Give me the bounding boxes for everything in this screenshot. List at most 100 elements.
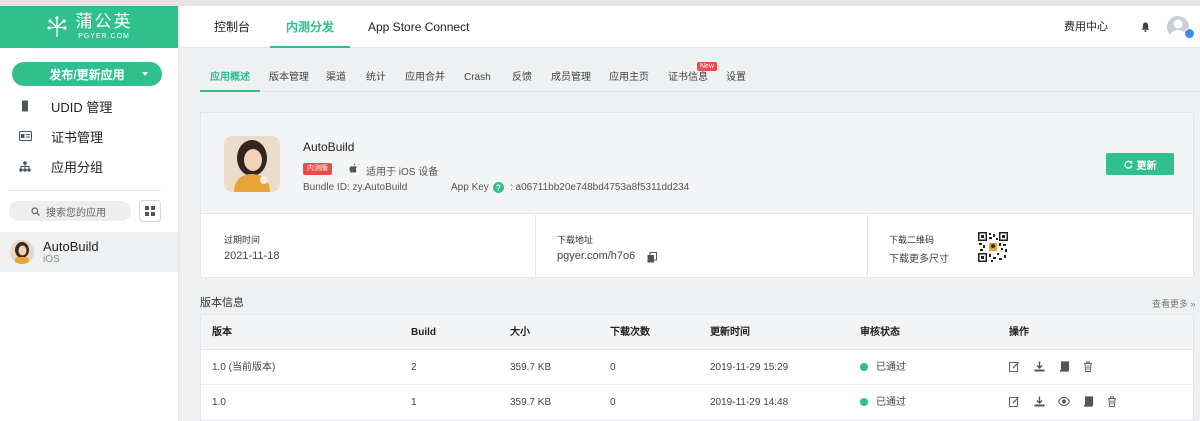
cell-updated: 2019-11-29 15:29 bbox=[710, 362, 789, 373]
top-navigation: 控制台 内测分发 App Store Connect 费用中心 bbox=[180, 6, 1200, 48]
grid-icon bbox=[145, 206, 155, 216]
cell-status: 已通过 bbox=[876, 362, 906, 373]
tab-version-management[interactable]: 版本管理 bbox=[269, 62, 309, 92]
col-version: 版本 bbox=[212, 327, 232, 338]
tab-settings[interactable]: 设置 bbox=[726, 62, 746, 92]
tab-statistics[interactable]: 统计 bbox=[366, 62, 386, 92]
qrcode-info: 下载二维码 下载更多尺寸 bbox=[868, 215, 1193, 278]
bell-icon[interactable] bbox=[1141, 22, 1150, 32]
tab-feedback[interactable]: 反馈 bbox=[512, 62, 532, 92]
expire-value: 2021-11-18 bbox=[224, 250, 280, 262]
help-icon[interactable]: ? bbox=[493, 182, 504, 193]
download-icon[interactable] bbox=[1034, 361, 1045, 372]
table-header: 版本 Build 大小 下载次数 更新时间 审核状态 操作 bbox=[201, 315, 1193, 350]
sidebar-item-label: 证书管理 bbox=[51, 129, 104, 145]
book-icon[interactable] bbox=[1083, 396, 1094, 407]
tab-channels[interactable]: 渠道 bbox=[326, 62, 346, 92]
app-name: AutoBuild bbox=[43, 238, 99, 254]
app-header: AutoBuild 内测版 适用于 iOS 设备 Bundle ID: zy.A… bbox=[201, 113, 1193, 214]
id-card-icon bbox=[18, 129, 32, 143]
version-info-title: 版本信息 bbox=[200, 297, 244, 309]
edit-icon[interactable] bbox=[1009, 396, 1020, 407]
platform-text: 适用于 iOS 设备 bbox=[366, 167, 439, 178]
group-tree-icon bbox=[18, 159, 32, 173]
edit-icon[interactable] bbox=[1009, 361, 1020, 372]
sidebar-app-item[interactable]: AutoBuild iOS bbox=[0, 232, 178, 272]
apple-icon bbox=[349, 163, 358, 174]
cell-build: 2 bbox=[411, 362, 417, 373]
sidebar-divider bbox=[8, 190, 161, 191]
col-updated: 更新时间 bbox=[710, 327, 750, 338]
status-dot bbox=[860, 398, 868, 406]
copy-icon[interactable] bbox=[647, 252, 657, 263]
brand-logo[interactable]: 蒲公英 PGYER.COM bbox=[0, 6, 178, 48]
update-button[interactable]: 更新 bbox=[1106, 153, 1174, 175]
table-row: 1.0 (当前版本) 2 359.7 KB 0 2019-11-29 15:29… bbox=[201, 350, 1193, 385]
grid-view-button[interactable] bbox=[139, 200, 161, 222]
app-key-label: App Key bbox=[451, 182, 489, 193]
trash-icon[interactable] bbox=[1083, 361, 1093, 372]
cell-status: 已通过 bbox=[876, 397, 906, 408]
dandelion-icon bbox=[46, 16, 67, 37]
book-icon[interactable] bbox=[1059, 361, 1070, 372]
col-status: 审核状态 bbox=[860, 327, 900, 338]
tab-app-homepage[interactable]: 应用主页 bbox=[609, 62, 649, 92]
tab-members[interactable]: 成员管理 bbox=[551, 62, 591, 92]
phone-icon bbox=[18, 99, 32, 113]
col-build: Build bbox=[411, 327, 436, 338]
table-row: 1.0 1 359.7 KB 0 2019-11-29 14:48 已通过 bbox=[201, 385, 1193, 420]
beta-badge: 内测版 bbox=[303, 163, 332, 175]
see-more-link[interactable]: 查看更多 » bbox=[1152, 297, 1196, 310]
cell-updated: 2019-11-29 14:48 bbox=[710, 397, 789, 408]
refresh-icon bbox=[1124, 160, 1132, 169]
col-downloads: 下载次数 bbox=[610, 327, 650, 338]
col-size: 大小 bbox=[510, 327, 530, 338]
sidebar-item-label: 应用分组 bbox=[51, 159, 104, 175]
download-more-sizes-link[interactable]: 下载更多尺寸 bbox=[889, 250, 949, 265]
cell-downloads: 0 bbox=[610, 397, 616, 408]
brand-name-cn: 蒲公英 bbox=[75, 12, 133, 32]
download-info: 下载地址 pgyer.com/h7o6 bbox=[536, 215, 867, 278]
app-platform: iOS bbox=[43, 253, 60, 265]
cell-version: 1.0 bbox=[212, 397, 226, 408]
publish-update-app-button[interactable]: 发布/更新应用 bbox=[12, 62, 162, 86]
app-icon bbox=[224, 136, 280, 192]
new-badge: New bbox=[697, 62, 718, 71]
update-button-label: 更新 bbox=[1136, 160, 1157, 172]
col-actions: 操作 bbox=[1009, 327, 1029, 338]
cell-downloads: 0 bbox=[610, 362, 616, 373]
qrcode-label: 下载二维码 bbox=[889, 235, 935, 245]
download-icon[interactable] bbox=[1034, 396, 1045, 407]
app-avatar bbox=[10, 240, 34, 264]
app-title: AutoBuild bbox=[303, 140, 355, 154]
trash-icon[interactable] bbox=[1107, 396, 1117, 407]
search-icon bbox=[31, 206, 40, 216]
version-table: 版本 Build 大小 下载次数 更新时间 审核状态 操作 1.0 (当前版本)… bbox=[200, 314, 1194, 421]
sidebar-item-udid[interactable]: UDID 管理 bbox=[0, 96, 178, 116]
app-key-value: : a06711bb20e748bd4753a8f5311dd234 bbox=[510, 182, 690, 193]
download-label: 下载地址 bbox=[557, 235, 594, 245]
app-search-input[interactable]: 搜索您的应用 bbox=[9, 201, 131, 221]
fee-center-link[interactable]: 费用中心 bbox=[1064, 6, 1108, 49]
chevron-down-icon[interactable] bbox=[1184, 28, 1195, 39]
tab-console[interactable]: 控制台 bbox=[214, 6, 250, 48]
expire-info: 过期时间 2021-11-18 bbox=[201, 215, 535, 278]
app-overview-card: AutoBuild 内测版 适用于 iOS 设备 Bundle ID: zy.A… bbox=[200, 112, 1194, 278]
eye-icon[interactable] bbox=[1058, 396, 1070, 407]
tab-app-store-connect[interactable]: App Store Connect bbox=[368, 6, 469, 48]
qr-code-image[interactable] bbox=[977, 231, 1009, 263]
cell-size: 359.7 KB bbox=[510, 397, 552, 408]
tab-overview[interactable]: 应用概述 bbox=[200, 62, 260, 92]
tab-app-merge[interactable]: 应用合并 bbox=[405, 62, 445, 92]
tab-crash[interactable]: Crash bbox=[464, 62, 491, 92]
cell-version: 1.0 (当前版本) bbox=[212, 362, 276, 373]
sidebar-item-certificates[interactable]: 证书管理 bbox=[0, 126, 178, 146]
search-placeholder: 搜索您的应用 bbox=[46, 207, 106, 219]
tab-beta-distribution[interactable]: 内测分发 bbox=[270, 6, 351, 48]
chevron-down-icon bbox=[142, 72, 148, 76]
expire-label: 过期时间 bbox=[224, 235, 261, 245]
download-url[interactable]: pgyer.com/h7o6 bbox=[557, 250, 635, 262]
bundle-id: Bundle ID: zy.AutoBuild bbox=[303, 182, 408, 193]
sidebar-item-app-groups[interactable]: 应用分组 bbox=[0, 156, 178, 176]
cell-size: 359.7 KB bbox=[510, 362, 552, 373]
